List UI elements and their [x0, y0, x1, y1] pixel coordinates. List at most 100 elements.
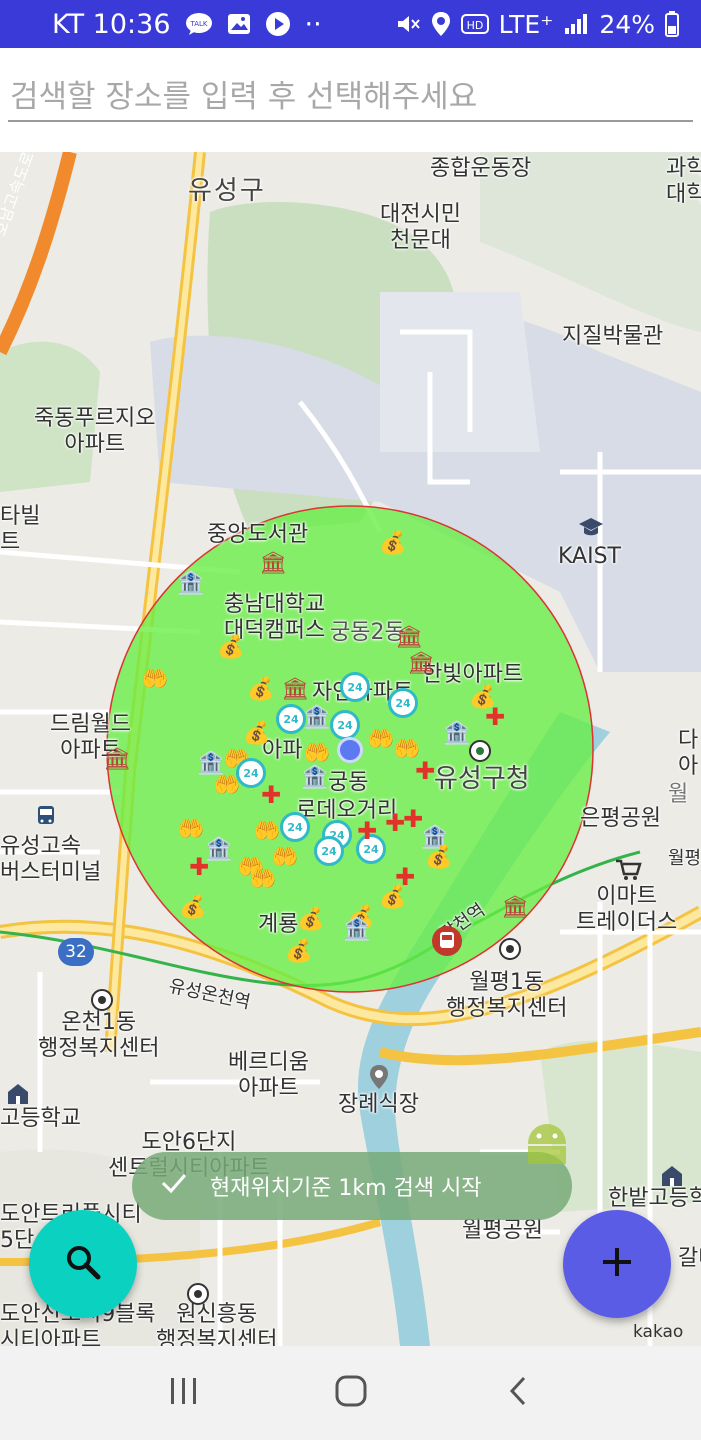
atm-marker[interactable]: 24: [340, 672, 370, 702]
add-fab-button[interactable]: [563, 1210, 671, 1318]
money-bag-marker[interactable]: 💰: [242, 718, 272, 748]
pharmacy-marker[interactable]: ✚: [410, 756, 440, 786]
bank-marker[interactable]: 🏦: [342, 914, 372, 944]
atm-marker[interactable]: 24: [330, 710, 360, 740]
road-number-badge: 32: [58, 938, 94, 966]
map-attribution: kakao: [633, 1322, 684, 1342]
map-label-jangrye: 장례식장: [338, 1092, 419, 1117]
map-label-yuseong-gu: 유성구: [188, 176, 266, 206]
money-bag-marker[interactable]: 💰: [378, 882, 408, 912]
admin-center-icon: [499, 938, 521, 960]
search-fab-button[interactable]: [29, 1210, 137, 1318]
bank-marker[interactable]: 🏛: [280, 674, 310, 704]
hd-icon: HD: [460, 13, 489, 35]
status-right: HD LTE⁺ 24%: [395, 10, 679, 39]
bank-marker[interactable]: 🏛: [500, 892, 530, 922]
check-icon: [160, 1172, 188, 1200]
map-label-eunpyeong-park: 은평공원: [580, 806, 661, 831]
mute-icon: [395, 12, 421, 36]
hand-coin-marker[interactable]: 🤲: [140, 664, 170, 694]
funeral-hall-icon: [370, 1065, 388, 1089]
back-button[interactable]: [488, 1363, 548, 1423]
recent-apps-button[interactable]: [154, 1363, 214, 1423]
money-bag-marker[interactable]: 💰: [296, 904, 326, 934]
bank-marker[interactable]: 🏦: [442, 718, 472, 748]
map-label-yuseong-office: 유성구청: [434, 764, 530, 794]
bank-marker[interactable]: 🏛: [258, 548, 288, 578]
location-icon: [431, 11, 451, 37]
add-icon: [599, 1244, 635, 1284]
bus-terminal-icon: [38, 806, 54, 824]
map-label-geology-museum: 지질박물관: [562, 324, 664, 349]
map-label-kaist: KAIST: [558, 544, 621, 569]
map-label-wolpyeong: 월평: [668, 848, 701, 869]
play-icon: [265, 11, 291, 37]
map-view[interactable]: 유성구 종합운동장 과학 대학 대전시민 천문대 지질박물관 죽동푸르지오 아파…: [0, 152, 701, 1346]
map-label-jukdong-apt: 죽동푸르지오 아파트: [34, 406, 156, 458]
hand-coin-marker[interactable]: 🤲: [248, 864, 278, 894]
svg-text:TALK: TALK: [189, 20, 207, 28]
bank-marker[interactable]: 🏦: [300, 762, 330, 792]
admin-center-icon: [91, 989, 113, 1011]
atm-marker[interactable]: 24: [388, 688, 418, 718]
recent-apps-icon: [168, 1376, 200, 1410]
search-input[interactable]: [8, 74, 693, 122]
carrier-time: KT 10:36: [52, 8, 171, 40]
pharmacy-marker[interactable]: ✚: [184, 852, 214, 882]
map-label-wolpyeong1dong: 월평1동 행정복지센터: [446, 970, 568, 1022]
toast-message: 현재위치기준 1km 검색 시작: [132, 1152, 572, 1220]
money-bag-marker[interactable]: 💰: [246, 674, 276, 704]
atm-marker[interactable]: 24: [314, 836, 344, 866]
pharmacy-marker[interactable]: ✚: [256, 780, 286, 810]
battery-percent: 24%: [599, 9, 655, 39]
back-icon: [507, 1375, 529, 1411]
search-bar: [0, 48, 701, 152]
hand-coin-marker[interactable]: 🤲: [212, 770, 242, 800]
search-icon: [63, 1242, 103, 1286]
home-button[interactable]: [321, 1363, 381, 1423]
map-label-hanbat-high: 한밭고등학: [608, 1186, 701, 1211]
map-label-sports-complex: 종합운동장: [430, 156, 532, 181]
bank-marker[interactable]: 🏛: [102, 744, 132, 774]
pharmacy-marker[interactable]: ✚: [352, 816, 382, 846]
map-label-science: 과학 대학: [666, 156, 701, 208]
hand-coin-marker[interactable]: 🤲: [252, 816, 282, 846]
map-label-yuseong-terminal: 유성고속 버스터미널: [0, 834, 102, 886]
map-label-wol: 월: [668, 782, 689, 807]
shopping-cart-icon: [616, 859, 642, 880]
school-icon: [662, 1166, 682, 1186]
money-bag-marker[interactable]: 💰: [424, 842, 454, 872]
university-icon: [579, 518, 603, 536]
map-label-oncheon1dong: 온천1동 행정복지센터: [38, 1010, 160, 1062]
money-bag-marker[interactable]: 💰: [284, 936, 314, 966]
map-label-wonsinheung: 원신흥동 행정복지센터: [156, 1302, 278, 1346]
bank-marker[interactable]: 🏦: [176, 568, 206, 598]
map-label-gungdong: 궁동: [328, 770, 369, 795]
atm-marker[interactable]: 24: [280, 812, 310, 842]
map-label-gal: 갈마: [678, 1246, 701, 1271]
hand-coin-marker[interactable]: 🤲: [176, 814, 206, 844]
gallery-icon: [227, 13, 251, 35]
home-icon: [334, 1374, 368, 1412]
pharmacy-marker[interactable]: ✚: [480, 702, 510, 732]
bank-marker[interactable]: 🏦: [302, 702, 332, 732]
map-label-observatory: 대전시민 천문대: [380, 202, 461, 254]
map-label-da-right: 다 아: [678, 728, 699, 780]
money-bag-marker[interactable]: 💰: [378, 528, 408, 558]
status-dots: ··: [304, 8, 322, 40]
map-label-emart: 이마트 트레이더스: [576, 884, 678, 936]
map-label-berdium: 베르디움 아파트: [228, 1050, 309, 1102]
status-left: KT 10:36 TALK ··: [52, 9, 322, 40]
battery-icon: [665, 11, 679, 37]
map-label-central-library: 중앙도서관: [207, 522, 309, 547]
map-label-high-school: 고등학교: [0, 1106, 81, 1131]
talk-icon: TALK: [185, 12, 213, 36]
map-label-building-left: 타빌 트: [0, 504, 41, 556]
money-bag-marker[interactable]: 💰: [216, 632, 246, 662]
bank-marker[interactable]: 🏛: [406, 648, 436, 678]
money-bag-marker[interactable]: 💰: [178, 892, 208, 922]
signal-icon: [563, 12, 589, 36]
government-office-icon: [469, 740, 491, 762]
toast-text: 현재위치기준 1km 검색 시작: [210, 1176, 482, 1201]
status-bar: KT 10:36 TALK ·· HD LTE⁺ 24%: [0, 0, 701, 48]
